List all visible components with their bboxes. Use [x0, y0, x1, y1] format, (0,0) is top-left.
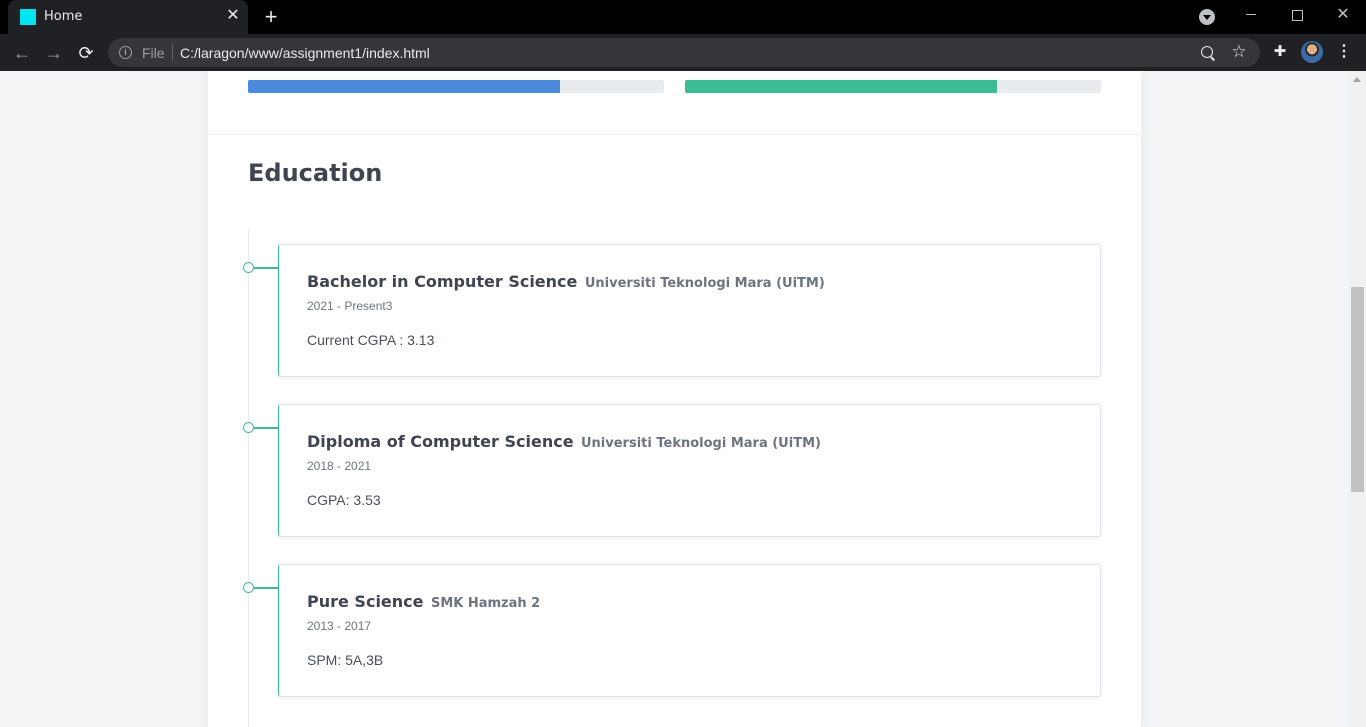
browser-toolbar: ← → ⟳ i File C:/laragon/www/assignment1/… — [0, 34, 1366, 71]
degree-title: Bachelor in Computer Science — [307, 272, 578, 291]
education-card: Pure Science SMK Hamzah 2 2013 - 2017 SP… — [278, 564, 1101, 697]
education-heading-line: Diploma of Computer Science Universiti T… — [307, 432, 821, 452]
scroll-up-arrow-icon[interactable] — [1353, 77, 1361, 82]
vertical-scrollbar[interactable] — [1349, 71, 1366, 727]
reload-button[interactable]: ⟳ — [74, 41, 98, 65]
tab-title: Home — [44, 9, 83, 24]
window-close-button[interactable]: ✕ — [1320, 0, 1366, 30]
menu-icon[interactable]: ⋮ — [1334, 41, 1354, 63]
education-item: Pure Science SMK Hamzah 2 2013 - 2017 SP… — [243, 564, 1101, 697]
info-icon[interactable]: i — [119, 46, 132, 59]
skill-progress-fill — [248, 80, 560, 93]
education-card: Diploma of Computer Science Universiti T… — [278, 404, 1101, 537]
timeline-connector — [254, 267, 278, 269]
timeline-node — [243, 582, 254, 593]
back-button[interactable]: ← — [10, 41, 34, 65]
skill-progress-bar — [685, 80, 1101, 93]
title-bar: Home ✕ + ✕ — [0, 0, 1366, 34]
address-bar[interactable]: i File C:/laragon/www/assignment1/index.… — [108, 38, 1260, 67]
profile-avatar[interactable] — [1301, 41, 1323, 63]
timeline-node — [243, 262, 254, 273]
education-years: 2013 - 2017 — [307, 619, 372, 633]
education-result: CGPA: 3.53 — [307, 492, 381, 508]
forward-button[interactable]: → — [42, 41, 66, 65]
new-tab-button[interactable]: + — [260, 6, 282, 28]
favicon-icon — [20, 9, 36, 25]
page-viewport: Education Bachelor in Computer Science U… — [0, 71, 1349, 727]
education-item: Bachelor in Computer Science Universiti … — [243, 244, 1101, 377]
education-years: 2021 - Present3 — [307, 299, 393, 313]
skill-progress-fill — [685, 80, 997, 93]
education-heading-line: Bachelor in Computer Science Universiti … — [307, 272, 825, 292]
minimize-button[interactable] — [1228, 0, 1274, 30]
zoom-icon[interactable] — [1201, 46, 1213, 58]
url-separator — [172, 44, 173, 61]
degree-title: Diploma of Computer Science — [307, 432, 574, 451]
tab-close-icon[interactable]: ✕ — [224, 7, 242, 25]
education-heading-line: Pure Science SMK Hamzah 2 — [307, 592, 540, 612]
education-heading: Education — [248, 159, 383, 187]
institution-name: Universiti Teknologi Mara (UiTM) — [581, 436, 821, 451]
browser-tab[interactable]: Home ✕ — [8, 0, 248, 34]
timeline-connector — [254, 587, 278, 589]
degree-title: Pure Science — [307, 592, 424, 611]
education-years: 2018 - 2021 — [307, 459, 372, 473]
education-item: Diploma of Computer Science Universiti T… — [243, 404, 1101, 537]
url-scheme-label: File — [142, 45, 165, 61]
tab-search-button[interactable] — [1199, 9, 1215, 25]
timeline-line — [248, 229, 249, 727]
education-result: SPM: 5A,3B — [307, 652, 384, 668]
skill-progress-bar — [248, 80, 664, 93]
education-result: Current CGPA : 3.13 — [307, 332, 435, 348]
restore-button[interactable] — [1274, 0, 1320, 30]
education-card: Bachelor in Computer Science Universiti … — [278, 244, 1101, 377]
timeline-connector — [254, 427, 278, 429]
bookmark-star-icon[interactable]: ☆ — [1230, 42, 1248, 62]
scrollbar-thumb[interactable] — [1351, 287, 1364, 492]
section-divider — [208, 134, 1141, 135]
url-text[interactable]: C:/laragon/www/assignment1/index.html — [180, 45, 430, 61]
institution-name: Universiti Teknologi Mara (UiTM) — [584, 276, 825, 291]
extensions-icon[interactable]: ✚ — [1270, 42, 1290, 62]
institution-name: SMK Hamzah 2 — [430, 596, 541, 611]
timeline-node — [243, 422, 254, 433]
resume-card: Education Bachelor in Computer Science U… — [208, 71, 1141, 727]
